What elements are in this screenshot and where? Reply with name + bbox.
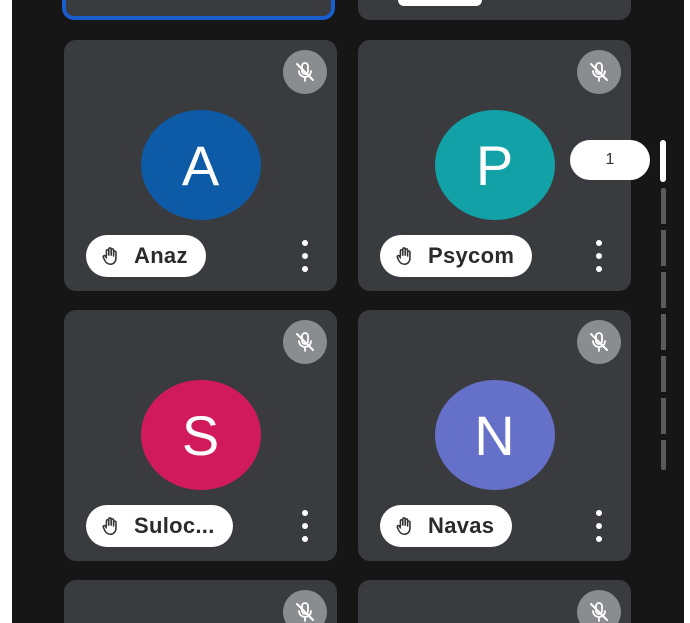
participant-tile-partial[interactable]: [358, 580, 631, 623]
hand-raise-icon: [396, 247, 411, 266]
mic-off-icon: [283, 50, 327, 94]
more-vert-icon[interactable]: [299, 240, 311, 272]
name-pill: Psycom: [380, 235, 533, 277]
avatar-initial: N: [474, 403, 515, 467]
participant-tile-partial[interactable]: [64, 580, 337, 623]
hand-raise-icon: [396, 517, 411, 536]
mic-off-icon: [577, 590, 621, 623]
name-pill: Anaz: [86, 235, 206, 277]
avatar: N: [434, 380, 555, 490]
name-pill: Navas: [380, 505, 513, 547]
avatar: S: [140, 380, 261, 490]
more-vert-icon[interactable]: [593, 240, 605, 272]
participant-tile-partial[interactable]: [358, 0, 631, 20]
name-pill-partial: [398, 0, 482, 6]
participant-name: Psycom: [428, 243, 515, 268]
avatar: P: [434, 110, 555, 220]
mic-off-icon: [577, 50, 621, 94]
meeting-grid: A Anaz P Psycom S Suloc... N Navas 1: [12, 0, 684, 623]
page-indicator: 1: [570, 140, 650, 180]
avatar-initial: S: [181, 403, 220, 467]
participant-tile[interactable]: A Anaz: [64, 40, 337, 291]
mic-off-icon: [283, 320, 327, 364]
participant-name: Navas: [428, 513, 495, 538]
more-vert-icon[interactable]: [593, 510, 605, 542]
scrollbar-thumb[interactable]: [660, 140, 666, 182]
participant-tile[interactable]: S Suloc...: [64, 310, 337, 561]
avatar-initial: A: [181, 133, 220, 197]
scrollbar-track[interactable]: [661, 188, 666, 470]
hand-raise-icon: [102, 517, 117, 536]
hand-raise-icon: [102, 247, 117, 266]
mic-off-icon: [283, 590, 327, 623]
avatar-initial: P: [475, 133, 514, 197]
name-pill: Suloc...: [86, 505, 233, 547]
participant-tile-partial[interactable]: [62, 0, 335, 20]
more-vert-icon[interactable]: [299, 510, 311, 542]
participant-name: Suloc...: [134, 513, 215, 538]
mic-off-icon: [577, 320, 621, 364]
avatar: A: [140, 110, 261, 220]
participant-name: Anaz: [134, 243, 188, 268]
participant-tile[interactable]: N Navas: [358, 310, 631, 561]
